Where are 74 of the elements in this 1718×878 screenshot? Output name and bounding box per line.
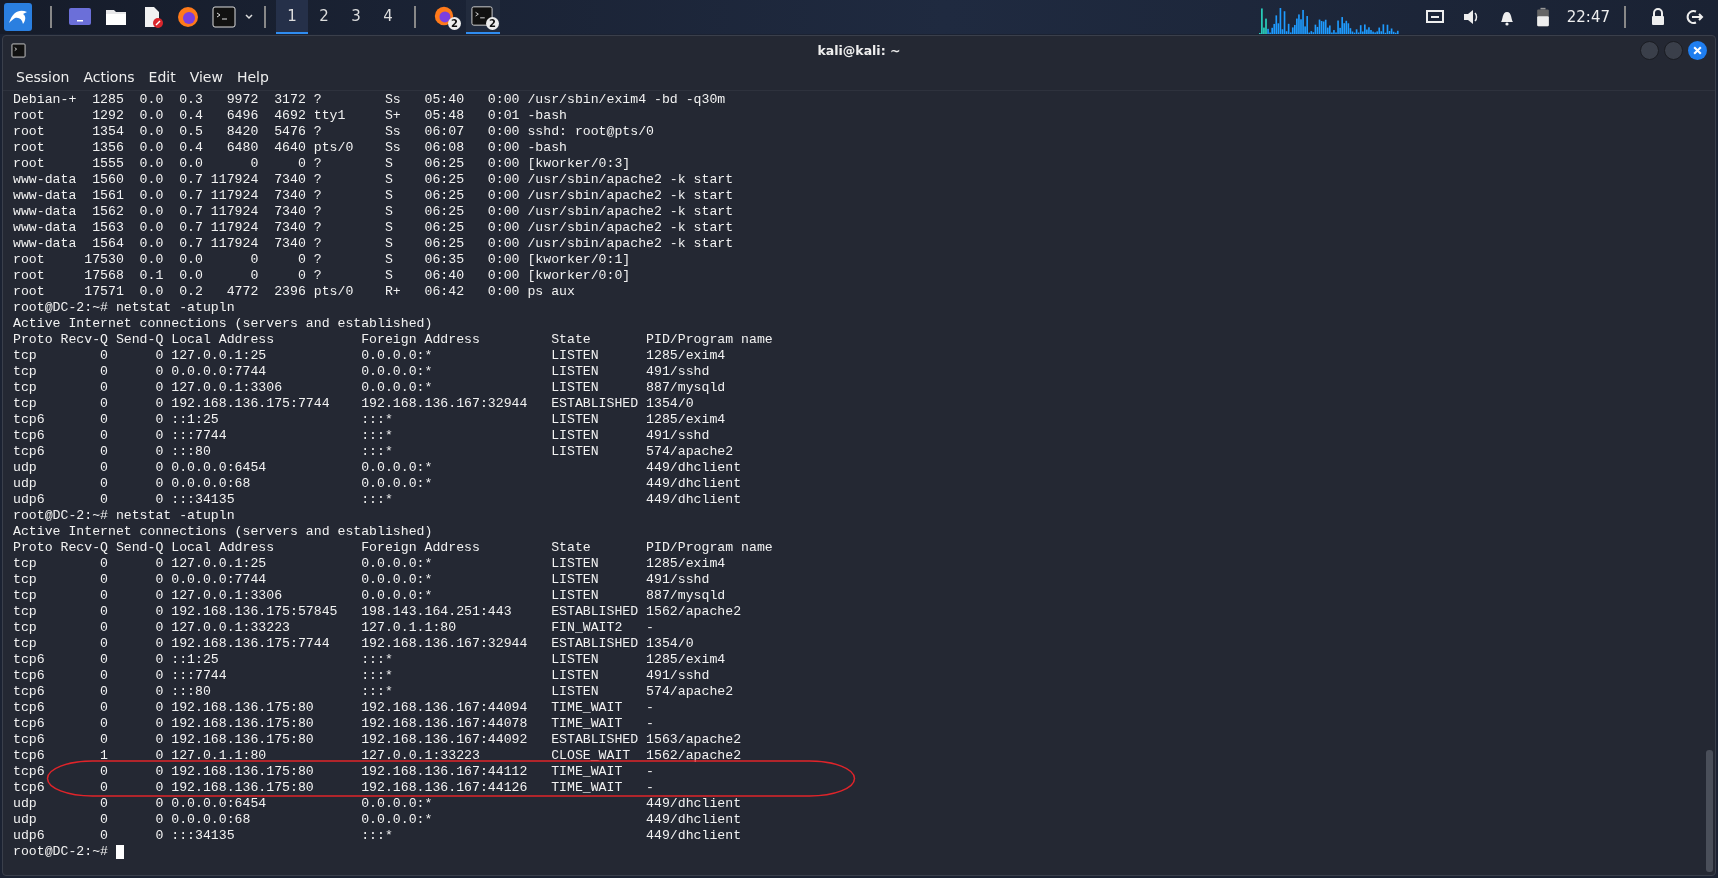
terminal-line: udp 0 0 0.0.0.0:6454 0.0.0.0:* 449/dhclient <box>13 460 743 476</box>
terminal-line: Active Internet connections (servers and established) <box>13 524 434 540</box>
terminal-line: tcp 0 0 192.168.136.175:7744 192.168.136.167:32944 ESTABLISHED 1354/0 <box>13 396 695 412</box>
terminal-line: www-data 1562 0.0 0.7 117924 7340 ? S 06:25 0:00 /usr/sbin/apache2 -k start <box>13 204 735 220</box>
terminal-line: tcp6 0 0 :::7744 :::* LISTEN 491/sshd <box>13 668 711 684</box>
browser-icon <box>433 5 455 27</box>
workspace-button[interactable]: 2 <box>308 0 340 34</box>
terminal-icon <box>471 5 493 27</box>
terminal-line: tcp6 1 0 127.0.1.1:80 127.0.0.1:33223 CLOSE_WAIT 1562/apache2 <box>13 748 743 764</box>
terminal-line: www-data 1563 0.0 0.7 117924 7340 ? S 06:25 0:00 /usr/sbin/apache2 -k start <box>13 220 735 236</box>
terminal-line: root 1354 0.0 0.5 8420 5476 ? Ss 06:07 0:00 sshd: root@pts/0 <box>13 124 656 140</box>
text-cursor <box>115 845 124 859</box>
terminal-line: www-data 1564 0.0 0.7 117924 7340 ? S 06:25 0:00 /usr/sbin/apache2 -k start <box>13 236 735 252</box>
terminal-line: tcp6 0 0 ::1:25 :::* LISTEN 1285/exim4 <box>13 652 727 668</box>
terminal-line: www-data 1560 0.0 0.7 117924 7340 ? S 06:25 0:00 /usr/sbin/apache2 -k start <box>13 172 735 188</box>
terminal-line: tcp6 0 0 192.168.136.175:80 192.168.136.167:44078 TIME_WAIT - <box>13 716 656 732</box>
terminal-line: tcp6 0 0 :::7744 :::* LISTEN 491/sshd <box>13 428 711 444</box>
terminal-icon <box>11 42 26 58</box>
terminal-line: tcp6 0 0 192.168.136.175:80 192.168.136.167:44092 ESTABLISHED 1563/apache2 <box>13 732 743 748</box>
terminal-line: root 17530 0.0 0.0 0 0 ? S 06:35 0:00 [kworker/0:1] <box>13 252 632 268</box>
close-icon[interactable] <box>1688 40 1707 60</box>
caret-icon[interactable] <box>244 12 254 22</box>
terminal-line: root 1356 0.0 0.4 6480 4640 pts/0 Ss 06:08 0:00 -bash <box>13 140 568 156</box>
menu-item[interactable]: Session <box>9 67 77 87</box>
menu-item[interactable]: Edit <box>141 67 183 87</box>
terminal-line: tcp 0 0 0.0.0.0:7744 0.0.0.0:* LISTEN 491/sshd <box>13 364 711 380</box>
task-button[interactable]: 2 <box>428 0 462 34</box>
menu-item[interactable]: View <box>182 67 230 87</box>
terminal-line: tcp 0 0 192.168.136.175:7744 192.168.136.167:32944 ESTABLISHED 1354/0 <box>13 636 695 652</box>
terminal-line: tcp 0 0 192.168.136.175:57845 198.143.164.251:443 ESTABLISHED 1562/apache2 <box>13 604 743 620</box>
terminal-line: tcp 0 0 127.0.0.1:25 0.0.0.0:* LISTEN 1285/exim4 <box>13 556 727 572</box>
terminal-line: udp6 0 0 :::34135 :::* 449/dhclient <box>13 828 743 844</box>
logout-icon[interactable] <box>1684 7 1704 27</box>
terminal-line: root@DC-2:~# netstat -atupln <box>13 508 236 524</box>
menu-item[interactable]: Help <box>229 67 276 87</box>
terminal-line: tcp 0 0 127.0.0.1:33223 127.0.1.1:80 FIN_WAIT2 - <box>13 620 656 636</box>
task-button[interactable]: 2 <box>466 0 500 34</box>
terminal-line: www-data 1561 0.0 0.7 117924 7340 ? S 06:25 0:00 /usr/sbin/apache2 -k start <box>13 188 735 204</box>
workspace-button[interactable]: 3 <box>340 0 372 34</box>
terminal-line: Proto Recv-Q Send-Q Local Address Foreign Address State PID/Program name <box>13 540 774 556</box>
terminal-line: tcp6 0 0 ::1:25 :::* LISTEN 1285/exim4 <box>13 412 727 428</box>
dragon-logo-icon[interactable] <box>4 3 32 31</box>
terminal-line: root 1292 0.0 0.4 6496 4692 tty1 S+ 05:48 0:01 -bash <box>13 108 568 124</box>
workspace-button[interactable]: 1 <box>276 0 308 34</box>
terminal-line: tcp6 0 0 192.168.136.175:80 192.168.136.167:44094 TIME_WAIT - <box>13 700 656 716</box>
terminal-line: tcp 0 0 0.0.0.0:7744 0.0.0.0:* LISTEN 491/sshd <box>13 572 711 588</box>
terminal-line: tcp6 0 0 :::80 :::* LISTEN 574/apache2 <box>13 444 735 460</box>
terminal-line: udp6 0 0 :::34135 :::* 449/dhclient <box>13 492 743 508</box>
count-badge: 2 <box>486 17 499 30</box>
terminal-line: root 1555 0.0 0.0 0 0 ? S 06:25 0:00 [kworker/0:3] <box>13 156 632 172</box>
terminal-icon[interactable] <box>212 5 236 29</box>
terminal-line: tcp 0 0 127.0.0.1:3306 0.0.0.0:* LISTEN 887/mysqld <box>13 380 727 396</box>
terminal-line: Active Internet connections (servers and established) <box>13 316 434 332</box>
terminal-line: tcp 0 0 127.0.0.1:25 0.0.0.0:* LISTEN 1285/exim4 <box>13 348 727 364</box>
count-badge: 2 <box>448 17 461 30</box>
browser-icon[interactable] <box>176 5 200 29</box>
terminal-line: udp 0 0 0.0.0.0:68 0.0.0.0:* 449/dhclient <box>13 812 743 828</box>
workspace-button[interactable]: 4 <box>372 0 404 34</box>
terminal-line: root@DC-2:~# netstat -atupln <box>13 300 236 316</box>
terminal-line: root 17568 0.1 0.0 0 0 ? S 06:40 0:00 [kworker/0:0] <box>13 268 632 284</box>
terminal-line: Proto Recv-Q Send-Q Local Address Foreign Address State PID/Program name <box>13 332 774 348</box>
scrollbar-thumb[interactable] <box>1706 750 1713 872</box>
terminal-line: tcp6 0 0 :::80 :::* LISTEN 574/apache2 <box>13 684 735 700</box>
terminal-line: root 17571 0.0 0.2 4772 2396 pts/0 R+ 06:42 0:00 ps aux <box>13 284 576 300</box>
terminal-line: tcp6 0 0 192.168.136.175:80 192.168.136.167:44112 TIME_WAIT - <box>13 764 656 780</box>
menu-item[interactable]: Actions <box>76 67 142 87</box>
terminal-line: tcp6 0 0 192.168.136.175:80 192.168.136.167:44126 TIME_WAIT - <box>13 780 656 796</box>
shell-prompt: root@DC-2:~# <box>13 844 108 860</box>
terminal-line: udp 0 0 0.0.0.0:6454 0.0.0.0:* 449/dhclient <box>13 796 743 812</box>
terminal-line: tcp 0 0 127.0.0.1:3306 0.0.0.0:* LISTEN 887/mysqld <box>13 588 727 604</box>
clock[interactable]: 22:47 <box>1566 8 1610 26</box>
terminal-line: Debian-+ 1285 0.0 0.3 9972 3172 ? Ss 05:40 0:00 /usr/sbin/exim4 -bd -q30m <box>13 92 727 108</box>
window-title: kali@kali: ~ <box>817 42 901 58</box>
terminal-line: udp 0 0 0.0.0.0:68 0.0.0.0:* 449/dhclient <box>13 476 743 492</box>
